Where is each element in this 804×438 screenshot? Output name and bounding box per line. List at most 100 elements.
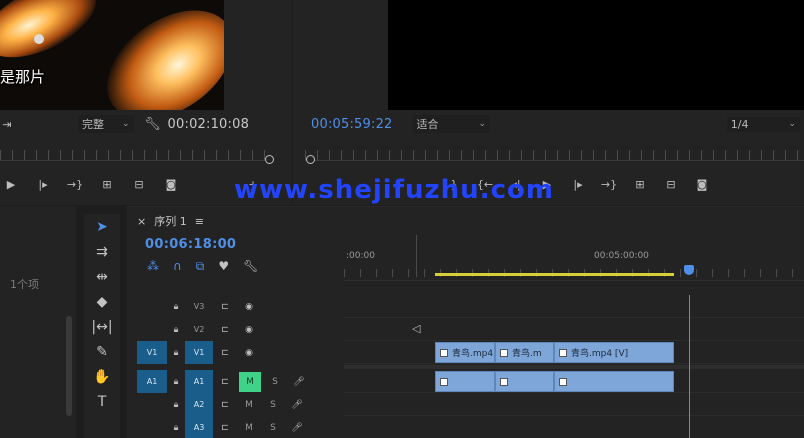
track-name[interactable]: A3 xyxy=(185,416,213,438)
program-fit-dropdown[interactable]: 适合 ⌄ xyxy=(412,115,491,133)
program-playhead[interactable] xyxy=(306,155,315,164)
track-select-tool-icon[interactable]: ⇉ xyxy=(87,241,117,263)
track-name[interactable]: A1 xyxy=(185,370,213,393)
work-area-bar[interactable] xyxy=(435,273,674,276)
track-name[interactable]: A2 xyxy=(185,393,213,416)
sync-lock-icon[interactable]: ⊏ xyxy=(213,325,237,335)
mute-button[interactable]: M xyxy=(239,371,261,392)
program-ruler[interactable] xyxy=(305,150,804,161)
video-audio-divider[interactable] xyxy=(344,365,804,369)
linked-selection-icon[interactable]: ⧉ xyxy=(196,259,205,274)
solo-button[interactable]: S xyxy=(261,400,285,410)
timeline-playhead-line[interactable] xyxy=(689,295,690,438)
mark-in-icon[interactable]: ⇥ xyxy=(0,116,14,132)
track-name[interactable]: V1 xyxy=(185,341,213,364)
sequence-tab-label: 序列 1 xyxy=(154,215,187,228)
track-name[interactable]: V3 xyxy=(185,295,213,318)
lock-icon[interactable]: 🔒︎ xyxy=(167,423,185,433)
solo-button[interactable]: S xyxy=(261,423,285,433)
resolution-value: 1/4 xyxy=(730,117,749,131)
flame-image-b xyxy=(86,0,224,110)
lock-icon[interactable]: 🔒︎ xyxy=(167,377,185,387)
hand-tool-icon[interactable]: ✋ xyxy=(87,366,117,388)
audio-clip[interactable] xyxy=(435,371,495,392)
step-forward-icon[interactable]: |▸ xyxy=(567,176,589,192)
timeline-playhead-handle[interactable] xyxy=(684,265,694,275)
project-scrollbar[interactable] xyxy=(66,316,72,416)
razor-tool-icon[interactable]: ◆ xyxy=(87,291,117,313)
source-fit-dropdown[interactable]: 完整 ⌄ xyxy=(78,115,134,133)
lane-v1[interactable]: 青鸟.mp4 青鸟.m 青鸟.mp4 [V] xyxy=(344,341,804,364)
source-patch[interactable] xyxy=(137,318,167,341)
fx-badge-icon xyxy=(500,377,508,386)
video-clip[interactable]: 青鸟.m xyxy=(495,342,554,363)
sync-lock-icon[interactable]: ⊏ xyxy=(213,423,237,433)
track-name[interactable]: V2 xyxy=(185,318,213,341)
audio-clip[interactable] xyxy=(495,371,554,392)
resolution-dropdown[interactable]: 1/4 ⌄ xyxy=(726,116,800,132)
lane-a2[interactable] xyxy=(344,393,804,416)
selection-tool-icon[interactable]: ➤ xyxy=(87,216,117,238)
extract-icon[interactable]: ⊟ xyxy=(660,176,682,192)
source-ruler[interactable] xyxy=(0,150,270,161)
lock-icon[interactable]: 🔒︎ xyxy=(167,325,185,335)
eye-icon[interactable]: ◉ xyxy=(237,348,261,358)
go-to-out-icon[interactable]: →} xyxy=(64,176,86,192)
timeline-timecode[interactable]: 00:06:18:00 xyxy=(145,237,236,252)
overwrite-icon[interactable]: ⊟ xyxy=(128,176,150,192)
source-patch[interactable] xyxy=(137,295,167,318)
source-timecode[interactable]: 00:02:10:08 xyxy=(168,117,250,132)
lane-a1[interactable] xyxy=(344,370,804,393)
video-clip[interactable]: 青鸟.mp4 xyxy=(435,342,495,363)
slip-tool-icon[interactable]: |↔| xyxy=(87,316,117,338)
source-playhead[interactable] xyxy=(265,155,274,164)
add-marker-icon[interactable]: ♥ xyxy=(218,259,229,274)
settings-wrench-icon[interactable]: 🔧︎ xyxy=(243,259,258,274)
camera-icon[interactable]: ◙ xyxy=(160,176,182,192)
microphone-icon[interactable]: 🎤︎ xyxy=(285,423,309,433)
solo-button[interactable]: S xyxy=(263,377,287,387)
lock-icon[interactable]: 🔒︎ xyxy=(167,348,185,358)
mute-button[interactable]: M xyxy=(237,423,261,433)
program-timecode[interactable]: 00:05:59:22 xyxy=(311,117,393,132)
tab-menu-icon[interactable]: ≡ xyxy=(195,215,204,228)
source-patch[interactable] xyxy=(137,416,167,438)
sync-lock-icon[interactable]: ⊏ xyxy=(213,377,237,387)
audio-clip[interactable] xyxy=(554,371,674,392)
source-patch[interactable] xyxy=(137,393,167,416)
sync-lock-icon[interactable]: ⊏ xyxy=(213,348,237,358)
camera-icon[interactable]: ◙ xyxy=(691,176,713,192)
microphone-icon[interactable]: 🎤︎ xyxy=(285,400,309,410)
close-icon[interactable]: × xyxy=(137,215,146,228)
program-fit-value: 适合 xyxy=(416,118,439,131)
play-icon[interactable]: ▶ xyxy=(0,176,22,192)
lane-v3[interactable] xyxy=(344,295,804,318)
source-patch[interactable]: V1 xyxy=(137,341,167,364)
pen-tool-icon[interactable]: ✎ xyxy=(87,341,117,363)
program-video-frame[interactable] xyxy=(388,0,804,110)
type-tool-icon[interactable]: T xyxy=(87,391,117,413)
lock-icon[interactable]: 🔒︎ xyxy=(167,400,185,410)
microphone-icon[interactable]: 🎤︎ xyxy=(287,377,311,387)
ripple-edit-tool-icon[interactable]: ⇹ xyxy=(87,266,117,288)
nest-icon[interactable]: ⁂ xyxy=(147,259,159,274)
insert-icon[interactable]: ⊞ xyxy=(96,176,118,192)
lane-v2[interactable]: ◁ xyxy=(344,318,804,341)
source-video-frame[interactable]: 是那片 xyxy=(0,0,224,110)
eye-icon[interactable]: ◉ xyxy=(237,325,261,335)
wrench-icon[interactable]: 🔧︎ xyxy=(142,116,164,132)
timeline-ruler[interactable]: :00:00 00:05:00:00 xyxy=(344,231,804,281)
snap-magnet-icon[interactable]: ∩ xyxy=(173,259,182,274)
mute-button[interactable]: M xyxy=(237,400,261,410)
sync-lock-icon[interactable]: ⊏ xyxy=(213,400,237,410)
lane-a3[interactable] xyxy=(344,416,804,438)
sequence-tab[interactable]: × 序列 1 ≡ xyxy=(137,213,204,229)
source-patch[interactable]: A1 xyxy=(137,370,167,393)
go-to-out-icon[interactable]: →} xyxy=(598,176,620,192)
video-clip[interactable]: 青鸟.mp4 [V] xyxy=(554,342,674,363)
sync-lock-icon[interactable]: ⊏ xyxy=(213,302,237,312)
lock-icon[interactable]: 🔒︎ xyxy=(167,302,185,312)
step-forward-icon[interactable]: |▸ xyxy=(32,176,54,192)
eye-icon[interactable]: ◉ xyxy=(237,302,261,312)
lift-icon[interactable]: ⊞ xyxy=(629,176,651,192)
